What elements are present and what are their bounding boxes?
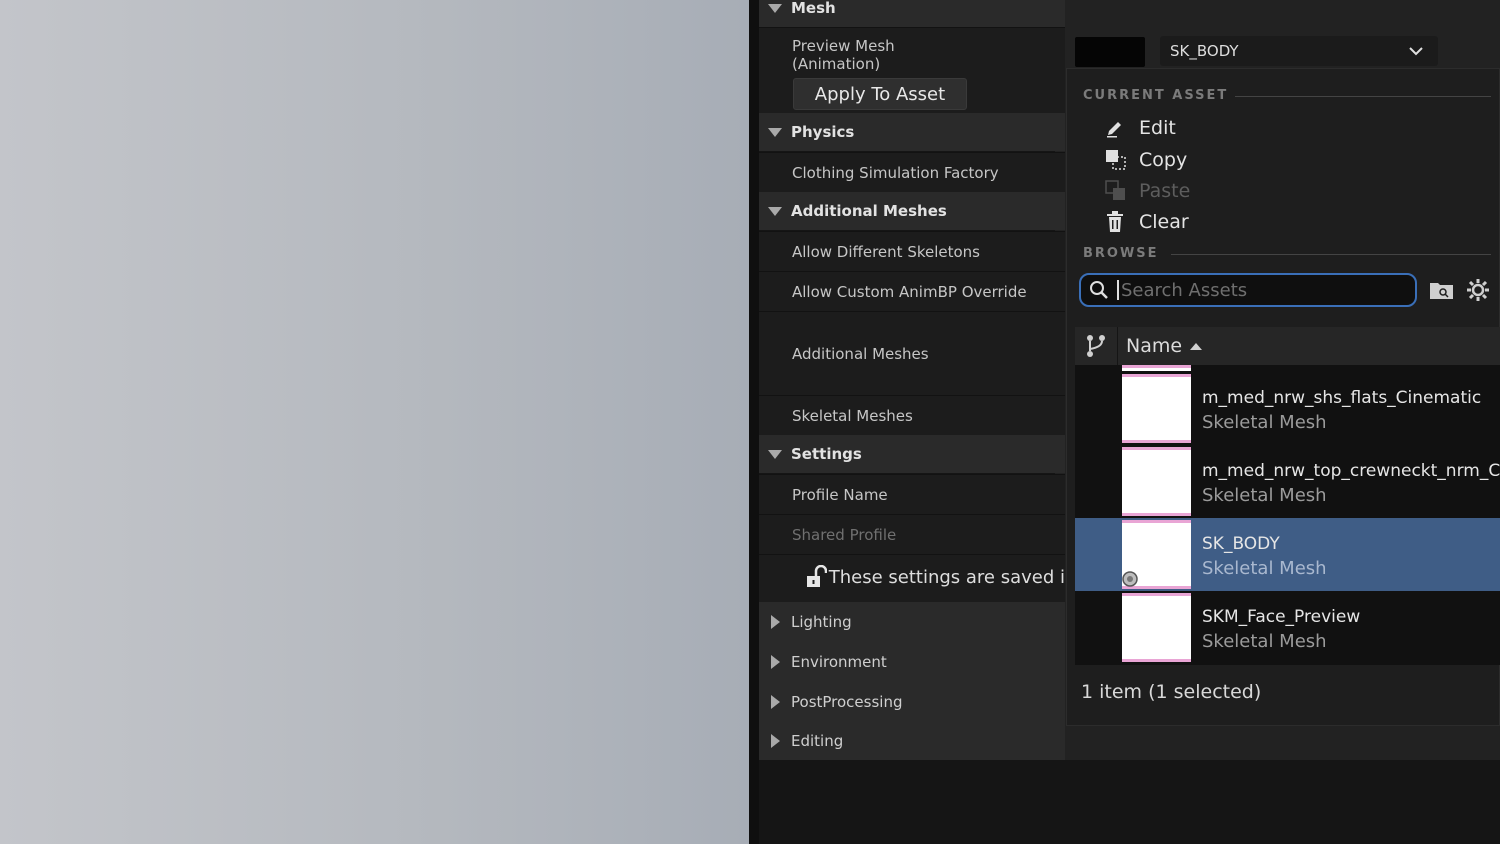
sort-ascending-icon[interactable] <box>1190 342 1203 350</box>
section-label: Additional Meshes <box>791 202 947 220</box>
property-allow-different-skeletons: Allow Different Skeletons <box>759 231 1065 271</box>
branch-filter-icon[interactable] <box>1075 334 1117 358</box>
viewport[interactable] <box>0 0 749 844</box>
divider <box>1235 96 1491 97</box>
asset-name: m_med_nrw_shs_flats_Cinematic <box>1202 388 1482 408</box>
pencil-icon <box>1105 118 1139 138</box>
text-cursor <box>1117 280 1119 300</box>
gear-icon[interactable] <box>1466 278 1490 306</box>
asset-name: SK_BODY <box>1202 534 1280 554</box>
asset-thumbnail <box>1122 593 1191 662</box>
divider <box>1171 254 1491 255</box>
collapse-arrow-icon <box>759 206 791 216</box>
collapse-arrow-icon <box>759 127 791 137</box>
section-environment[interactable]: Environment <box>759 642 1065 682</box>
copy-icon <box>1105 149 1139 171</box>
menu-label: Edit <box>1139 117 1176 139</box>
search-icon <box>1081 280 1117 300</box>
asset-thumbnail <box>1122 374 1191 443</box>
mouse-cursor-icon <box>1121 570 1139 592</box>
asset-list-header: Name <box>1075 327 1500 365</box>
expand-arrow-icon <box>759 655 791 669</box>
section-physics[interactable]: Physics <box>759 113 1065 151</box>
expand-arrow-icon <box>759 734 791 748</box>
folder-icon[interactable] <box>1429 279 1455 305</box>
name-column-header[interactable]: Name <box>1126 335 1182 357</box>
asset-row[interactable]: m_med_nrw_shs_flats_Cinematic Skeletal M… <box>1075 372 1500 445</box>
current-asset-heading: CURRENT ASSET <box>1083 88 1229 103</box>
section-label: Settings <box>791 445 862 463</box>
section-postprocessing[interactable]: PostProcessing <box>759 682 1065 722</box>
search-input[interactable] <box>1121 279 1401 301</box>
section-label: PostProcessing <box>791 693 903 711</box>
property-label: Profile Name <box>792 485 888 504</box>
clear-menu-item[interactable]: Clear <box>1105 207 1189 237</box>
search-box[interactable] <box>1079 273 1417 307</box>
property-allow-custom-animbp: Allow Custom AnimBP Override <box>759 271 1065 311</box>
property-skeletal-meshes: Skeletal Meshes <box>759 395 1065 435</box>
column-divider <box>1117 327 1118 365</box>
property-label: Clothing Simulation Factory <box>792 163 999 182</box>
section-lighting[interactable]: Lighting <box>759 602 1065 642</box>
property-label: Allow Custom AnimBP Override <box>792 282 1027 301</box>
asset-name: m_med_nrw_top_crewneckt_nrm_Cine <box>1202 461 1500 481</box>
property-label: Skeletal Meshes <box>792 406 913 425</box>
expand-arrow-icon <box>759 615 791 629</box>
asset-thumbnail-partial <box>1122 365 1191 371</box>
settings-note-text: These settings are saved i <box>828 566 1065 588</box>
trash-icon <box>1105 211 1139 233</box>
asset-row[interactable]: SKM_Face_Preview Skeletal Mesh <box>1075 591 1500 664</box>
asset-type: Skeletal Mesh <box>1202 485 1327 506</box>
copy-menu-item[interactable]: Copy <box>1105 145 1187 175</box>
section-settings[interactable]: Settings <box>759 435 1065 473</box>
asset-type: Skeletal Mesh <box>1202 631 1327 652</box>
section-label: Environment <box>791 653 887 671</box>
property-label: Allow Different Skeletons <box>792 242 980 261</box>
chevron-down-icon <box>1408 43 1424 63</box>
property-shared-profile: Shared Profile <box>759 514 1065 554</box>
property-label: (Animation) <box>792 55 881 73</box>
paste-icon <box>1105 180 1139 202</box>
property-profile-name: Profile Name <box>759 474 1065 514</box>
expand-arrow-icon <box>759 695 791 709</box>
mesh-thumbnail[interactable] <box>1075 37 1145 67</box>
unlock-icon[interactable] <box>805 565 829 589</box>
apply-to-asset-button[interactable]: Apply To Asset <box>793 78 967 110</box>
asset-type: Skeletal Mesh <box>1202 412 1327 433</box>
settings-saved-note: These settings are saved i <box>805 560 1065 594</box>
browse-heading: BROWSE <box>1083 246 1159 261</box>
asset-thumbnail <box>1122 447 1191 516</box>
collapse-arrow-icon <box>759 3 791 13</box>
collapse-arrow-icon <box>759 449 791 459</box>
paste-menu-item[interactable]: Paste <box>1105 176 1190 206</box>
preview-mesh-combo[interactable]: SK_BODY <box>1160 36 1438 66</box>
asset-type: Skeletal Mesh <box>1202 558 1327 579</box>
section-label: Lighting <box>791 613 852 631</box>
item-count-status: 1 item (1 selected) <box>1081 681 1262 703</box>
property-label: Shared Profile <box>792 525 897 544</box>
asset-name: SKM_Face_Preview <box>1202 607 1361 627</box>
edit-menu-item[interactable]: Edit <box>1105 113 1176 143</box>
asset-row[interactable]: m_med_nrw_top_crewneckt_nrm_Cine Skeleta… <box>1075 445 1500 518</box>
property-label: Additional Meshes <box>792 344 929 363</box>
property-additional-meshes: Additional Meshes <box>759 311 1065 395</box>
asset-row-selected[interactable]: SK_BODY Skeletal Mesh <box>1075 518 1500 591</box>
asset-list: m_med_nrw_shs_flats_Cinematic Skeletal M… <box>1075 365 1500 665</box>
section-label: Mesh <box>791 0 836 17</box>
section-label: Editing <box>791 732 844 750</box>
section-mesh[interactable]: Mesh <box>759 0 1065 27</box>
section-label: Physics <box>791 123 855 141</box>
section-editing[interactable]: Editing <box>759 722 1065 760</box>
menu-label: Paste <box>1139 180 1191 202</box>
menu-label: Clear <box>1139 211 1189 233</box>
combo-value: SK_BODY <box>1170 42 1239 60</box>
asset-picker-popup: CURRENT ASSET Edit Copy Paste Clear BROW… <box>1066 68 1500 726</box>
property-label: Preview Mesh <box>792 37 895 55</box>
property-clothing-factory: Clothing Simulation Factory <box>759 152 1065 192</box>
menu-label: Copy <box>1139 149 1188 171</box>
panel-splitter[interactable] <box>749 0 759 844</box>
section-additional-meshes[interactable]: Additional Meshes <box>759 192 1065 230</box>
